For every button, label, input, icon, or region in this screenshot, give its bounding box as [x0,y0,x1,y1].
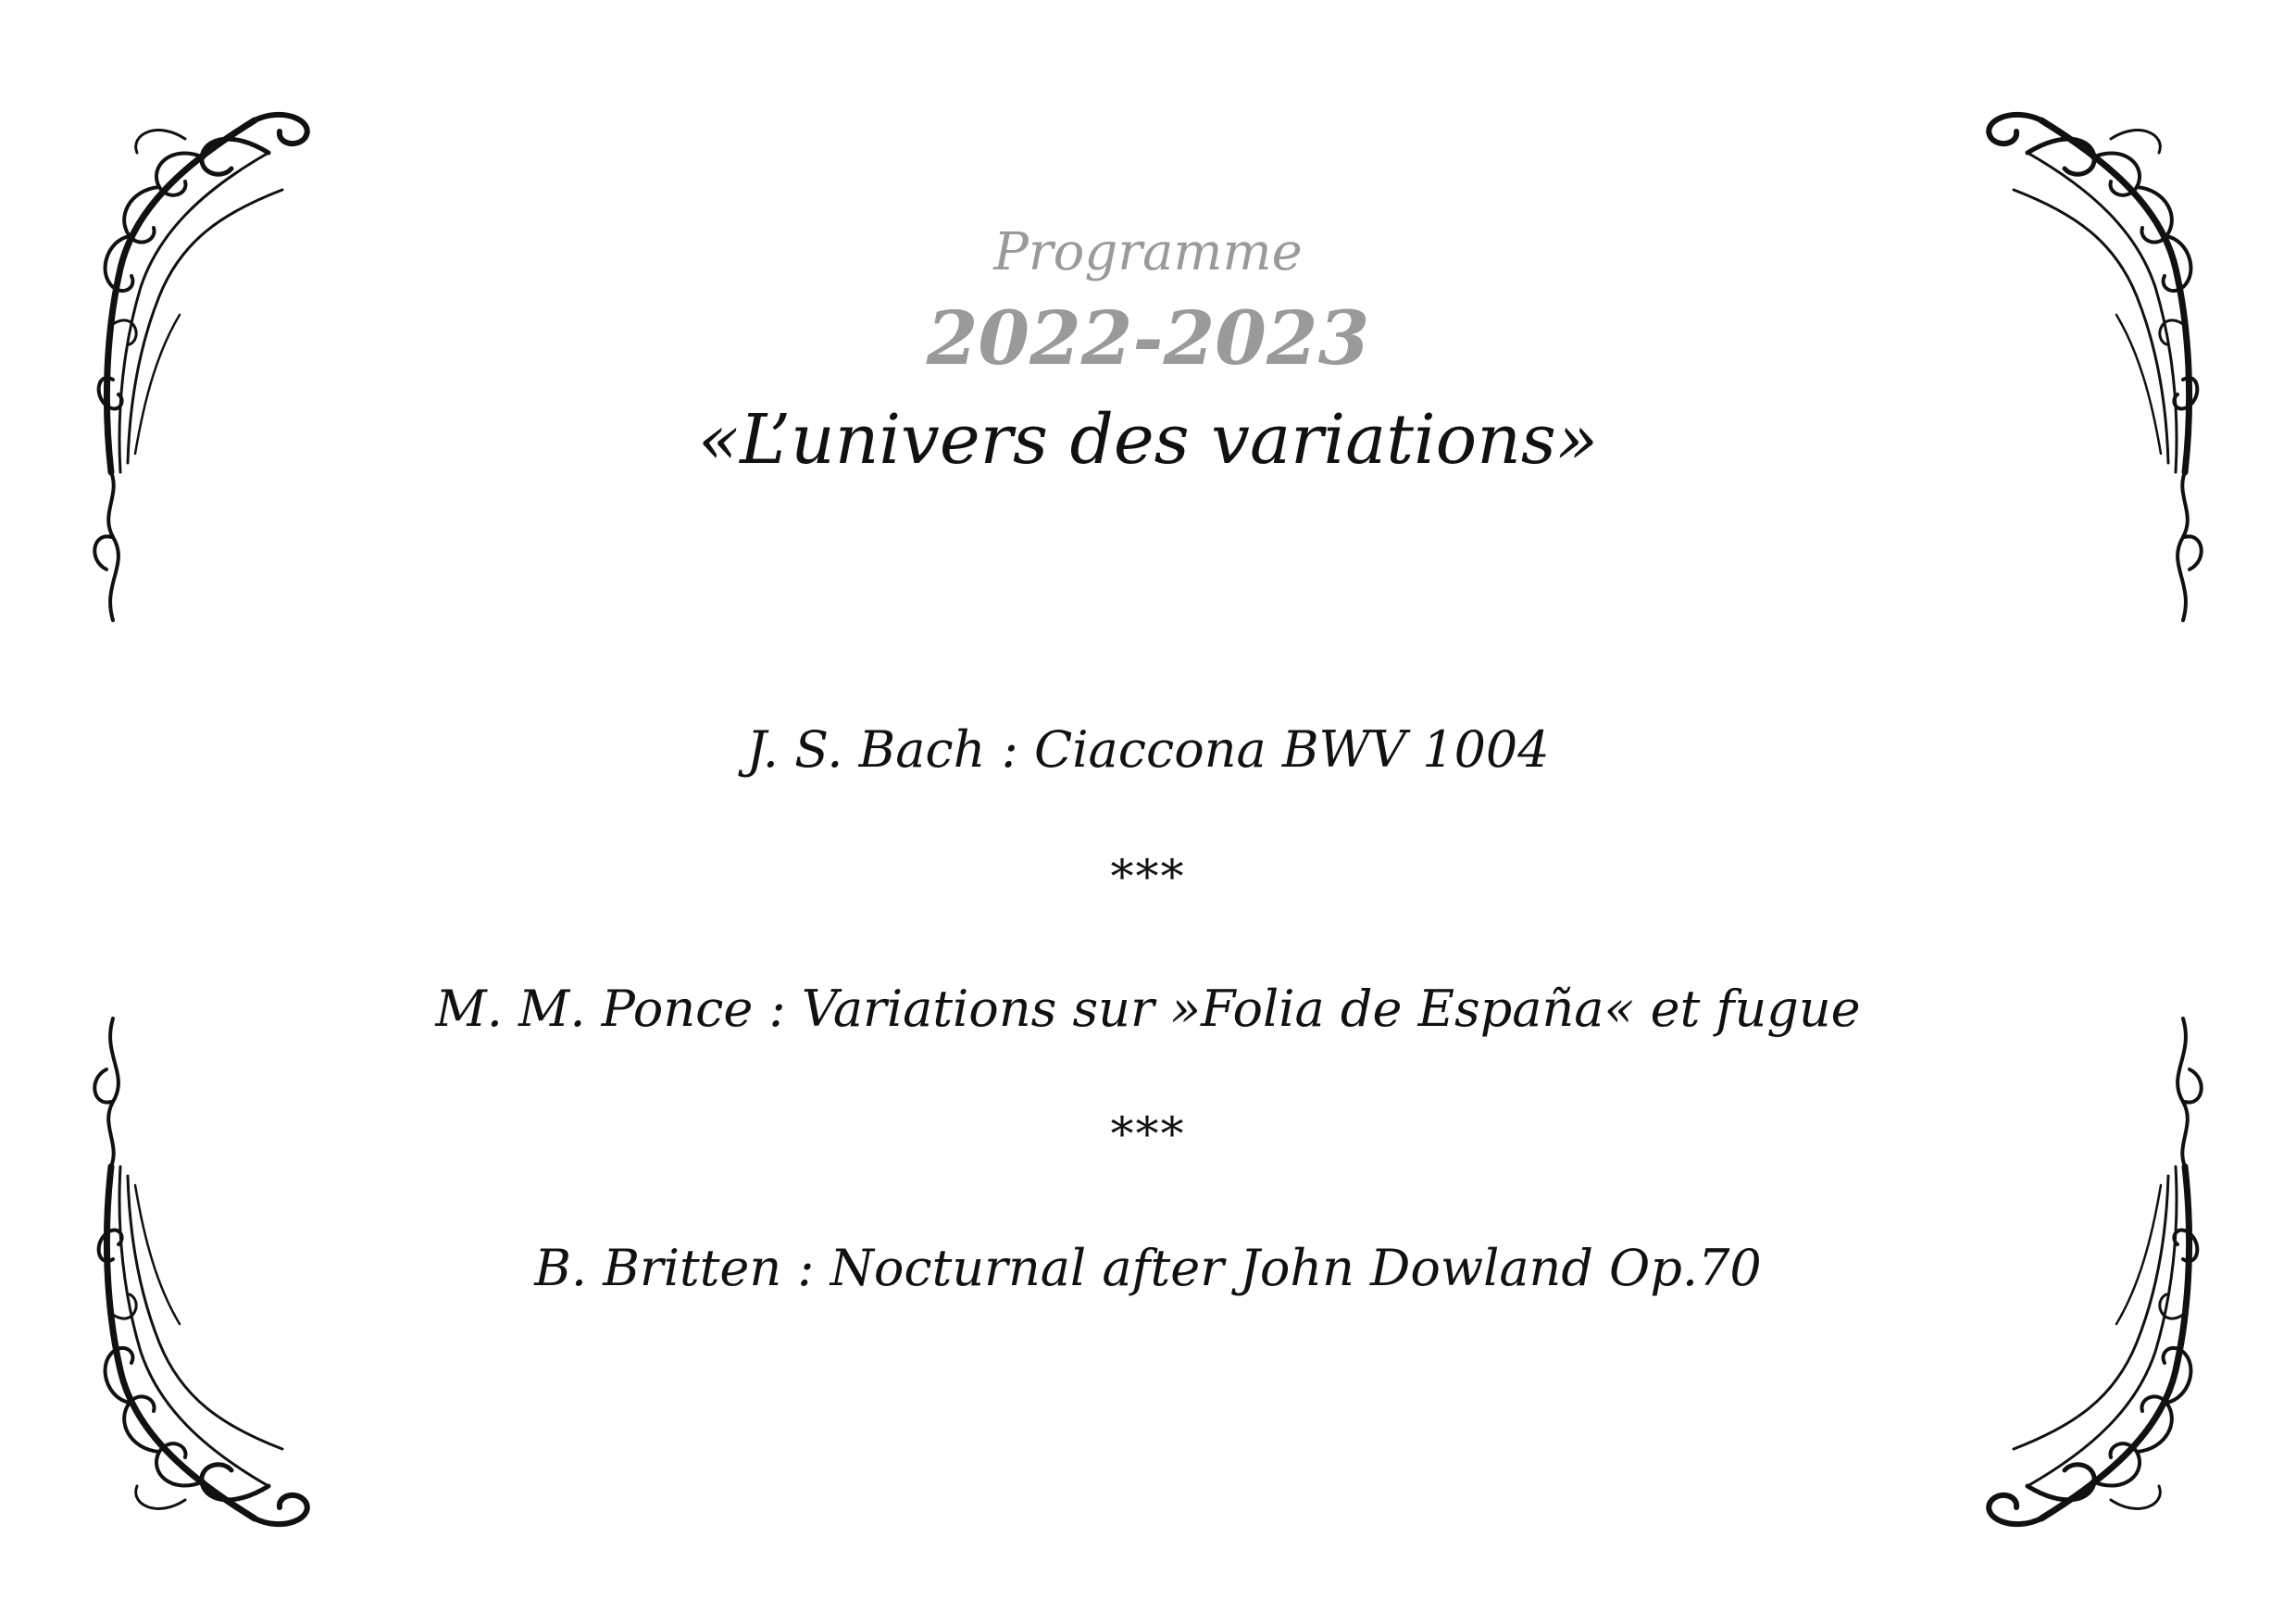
program-title: «L’univers des variations» [697,400,1599,480]
program-label: Programme [993,222,1303,282]
season-years: 2022-2023 [926,294,1370,381]
program-item-bach: J. S. Bach : Ciaccona BWV 1004 [746,720,1550,779]
separator: *** [1110,1107,1186,1161]
program-page: Programme 2022-2023 «L’univers des varia… [0,0,2296,1624]
program-item-ponce: M. M. Ponce : Variations sur »Folia de E… [435,980,1861,1038]
program-item-britten: B. Britten : Nocturnal after John Dowlan… [534,1239,1762,1297]
separator: *** [1110,850,1186,904]
